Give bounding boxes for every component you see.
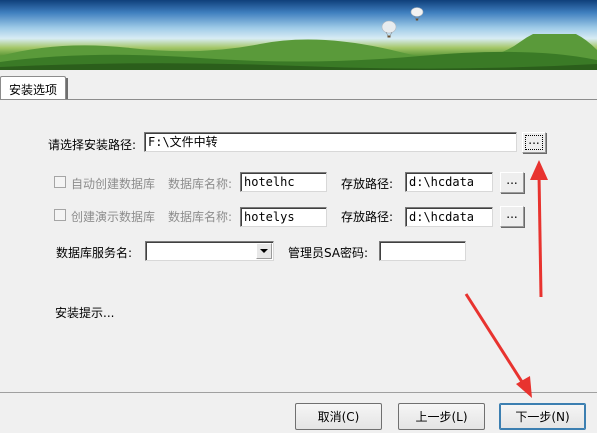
balloon-icon bbox=[410, 7, 424, 21]
auto-create-db-label: 自动创建数据库 bbox=[71, 177, 156, 191]
tab-strip: 安装选项 bbox=[0, 70, 597, 101]
install-path-browse-button[interactable]: ... bbox=[522, 132, 546, 153]
demo-db-store-label: 存放路径: bbox=[341, 210, 394, 224]
tab-install-options[interactable]: 安装选项 bbox=[0, 76, 68, 101]
auto-db-store-field[interactable]: d:\hcdata bbox=[405, 172, 493, 192]
sa-password-field[interactable] bbox=[379, 241, 466, 261]
auto-db-store-label: 存放路径: bbox=[341, 177, 394, 191]
demo-db-label: 创建演示数据库 bbox=[71, 210, 156, 224]
auto-create-db-checkbox[interactable] bbox=[54, 176, 66, 188]
auto-db-name-label: 数据库名称: bbox=[168, 177, 233, 191]
back-button[interactable]: 上一步(L) bbox=[398, 403, 485, 430]
install-options-panel: 请选择安装路径: F:\文件中转 ... 自动创建数据库 数据库名称: hote… bbox=[0, 99, 597, 392]
demo-db-store-field[interactable]: d:\hcdata bbox=[405, 207, 493, 227]
install-hint-text: 安装提示... bbox=[55, 306, 115, 320]
demo-db-name-label: 数据库名称: bbox=[168, 210, 233, 224]
demo-db-store-browse-button[interactable]: ... bbox=[500, 206, 524, 227]
install-path-field[interactable]: F:\文件中转 bbox=[144, 132, 517, 152]
auto-db-store-browse-button[interactable]: ... bbox=[500, 172, 524, 193]
cancel-button[interactable]: 取消(C) bbox=[295, 403, 382, 430]
install-path-label: 请选择安装路径: bbox=[48, 138, 137, 152]
balloon-icon bbox=[381, 20, 397, 38]
wizard-button-bar: 取消(C) 上一步(L) 下一步(N) bbox=[0, 392, 597, 433]
header-banner bbox=[0, 0, 597, 70]
db-service-label: 数据库服务名: bbox=[56, 246, 133, 260]
next-button[interactable]: 下一步(N) bbox=[499, 403, 586, 430]
demo-db-checkbox[interactable] bbox=[54, 209, 66, 221]
landscape-illustration bbox=[0, 34, 597, 70]
db-service-select[interactable] bbox=[145, 241, 274, 261]
sa-password-label: 管理员SA密码: bbox=[288, 246, 369, 260]
demo-db-name-field[interactable]: hotelys bbox=[240, 207, 327, 227]
auto-db-name-field[interactable]: hotelhc bbox=[240, 172, 327, 192]
chevron-down-icon[interactable] bbox=[256, 243, 272, 259]
